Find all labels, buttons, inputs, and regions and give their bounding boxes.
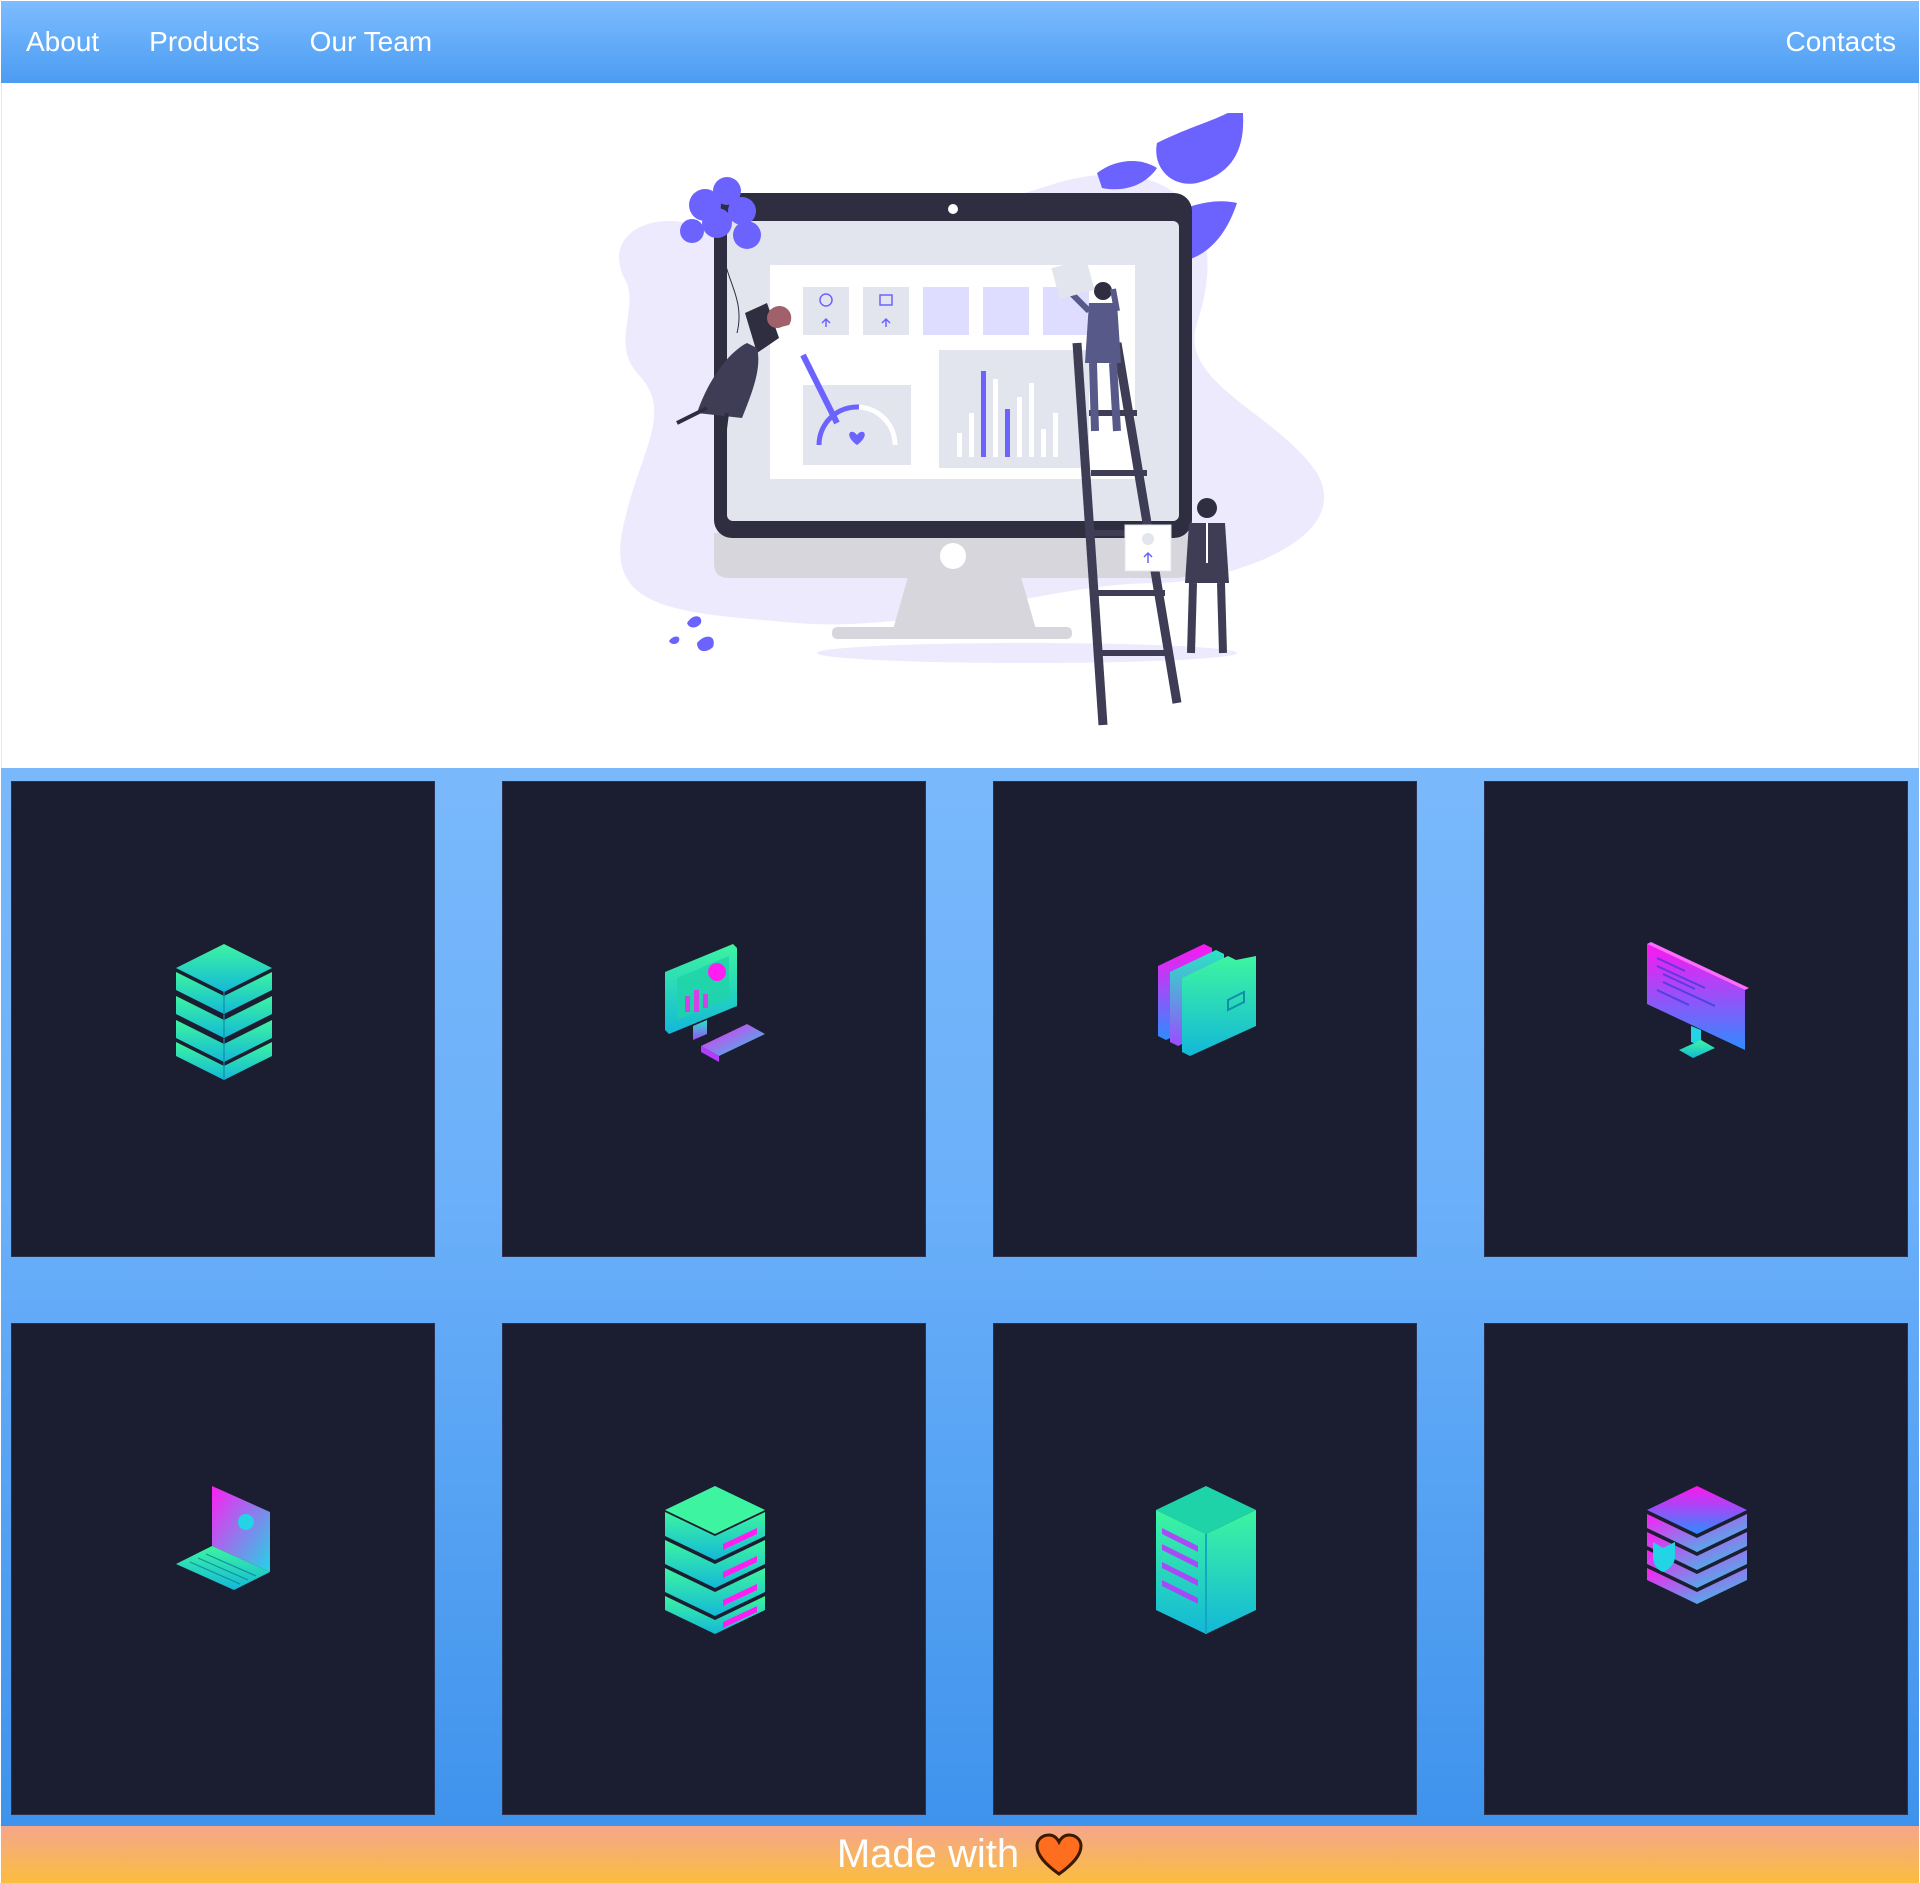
nav-our-team-link[interactable]: Our Team xyxy=(310,26,432,58)
product-tile-analytics[interactable] xyxy=(502,781,926,1257)
top-navbar: About Products Our Team Contacts xyxy=(1,1,1919,83)
footer-made-with-text: Made with xyxy=(836,1832,1020,1876)
product-tile-database[interactable] xyxy=(11,781,435,1257)
product-tile-laptop[interactable] xyxy=(11,1323,435,1815)
nav-right: Contacts xyxy=(1786,26,1897,58)
secure-database-icon xyxy=(1647,1486,1747,1604)
nav-links: About Products Our Team xyxy=(26,26,482,58)
footer-bar: Made with xyxy=(1,1826,1919,1883)
nav-about-link[interactable]: About xyxy=(26,26,99,58)
folders-icon xyxy=(1158,944,1256,1056)
nav-products-link[interactable]: Products xyxy=(149,26,260,58)
code-monitor-icon xyxy=(1647,942,1749,1058)
product-tile-server-tower[interactable] xyxy=(993,1323,1417,1815)
heart-icon xyxy=(1035,1832,1083,1876)
product-tile-code[interactable] xyxy=(1484,781,1908,1257)
analytics-desktop-icon xyxy=(665,944,765,1062)
nav-contacts-link[interactable]: Contacts xyxy=(1786,26,1897,57)
server-tower-icon xyxy=(1156,1486,1256,1634)
product-tile-server-rack[interactable] xyxy=(502,1323,926,1815)
hero-section xyxy=(1,83,1919,768)
server-rack-icon xyxy=(665,1486,765,1634)
laptop-settings-icon xyxy=(176,1486,270,1590)
products-grid xyxy=(1,768,1919,1826)
database-stack-icon xyxy=(176,944,272,1080)
product-tile-folders[interactable] xyxy=(993,781,1417,1257)
product-tile-secure-database[interactable] xyxy=(1484,1323,1908,1815)
dashboard-team-illustration xyxy=(619,113,1325,726)
